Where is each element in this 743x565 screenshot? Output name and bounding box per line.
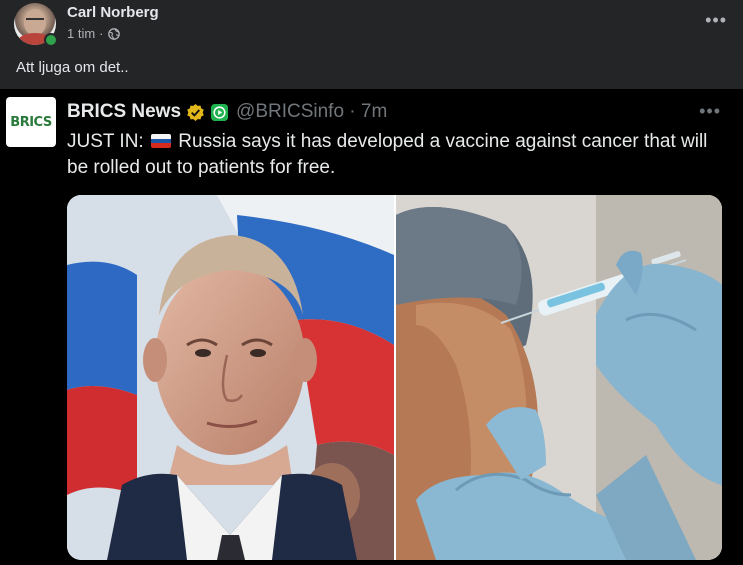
avatar-glasses xyxy=(26,18,44,24)
play-badge-icon xyxy=(210,103,229,121)
meta-separator: · xyxy=(99,26,104,41)
tweet-text: JUST IN: Russia says it has developed a … xyxy=(67,129,727,181)
post-time[interactable]: 1 tim xyxy=(67,26,95,41)
politician-photo[interactable] xyxy=(67,195,394,560)
tweet-handle-and-time[interactable]: @BRICSinfo · 7m xyxy=(236,101,387,123)
verified-badge-icon xyxy=(187,103,204,121)
author-name[interactable]: Carl Norberg xyxy=(67,4,159,21)
globe-icon[interactable] xyxy=(107,27,120,40)
tweet-header: BRICS News @BRICSinfo · 7m xyxy=(67,101,387,123)
online-status-dot xyxy=(44,33,58,47)
russia-flag-icon xyxy=(151,134,171,148)
embedded-tweet[interactable]: BRICS BRICS News @BRICSinfo · 7m ••• JUS… xyxy=(0,89,743,565)
post-text: Att ljuga om det.. xyxy=(16,59,129,76)
brics-logo: BRICS xyxy=(6,97,56,147)
post-header: Carl Norberg 1 tim · ••• xyxy=(0,0,743,50)
tweet-author-name[interactable]: BRICS News xyxy=(67,101,181,123)
tweet-text-prefix: JUST IN: xyxy=(67,131,144,152)
tweet-more-options-icon[interactable]: ••• xyxy=(699,101,721,122)
post-more-options-icon[interactable]: ••• xyxy=(705,10,727,31)
post-meta: 1 tim · xyxy=(67,26,120,41)
vaccination-photo[interactable] xyxy=(396,195,722,560)
tweet-media[interactable] xyxy=(67,195,722,560)
brics-logo-text: BRICS xyxy=(10,114,52,130)
